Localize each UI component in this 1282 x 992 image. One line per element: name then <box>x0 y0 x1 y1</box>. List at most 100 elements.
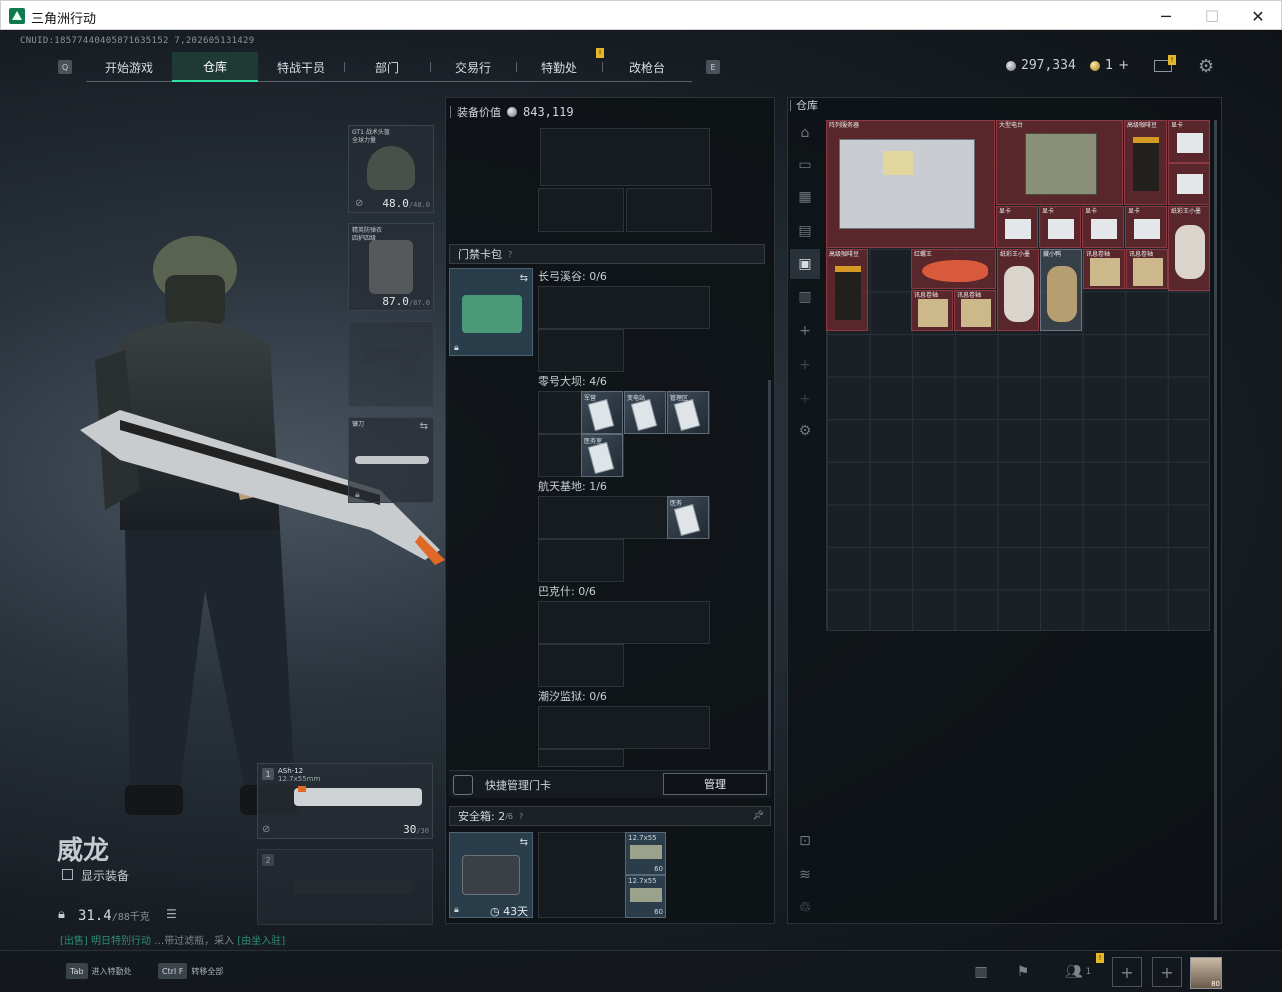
keycard-item[interactable]: 军营 <box>581 391 623 434</box>
keycard-grid[interactable] <box>538 329 624 372</box>
warehouse-item[interactable] <box>1168 163 1210 205</box>
warehouse-add-icon[interactable]: + <box>790 384 820 414</box>
close-button[interactable]: ✕ <box>1235 1 1281 31</box>
warehouse-add-icon[interactable]: + <box>790 316 820 346</box>
keycard-item[interactable]: 医务 <box>667 496 709 539</box>
primary-weapon-slot[interactable]: 1 ASh-12 12.7x55mm ⊘ 30/30 <box>257 763 433 839</box>
warehouse-tab-misc-icon[interactable]: ▥ <box>790 282 820 312</box>
hotkey-special-ops[interactable]: Tab 进入特勤处 <box>66 963 132 979</box>
keycard-grid[interactable] <box>538 644 624 687</box>
tab-special-ops[interactable]: 特勤处 <box>516 52 602 82</box>
nav-prev-key[interactable]: Q <box>58 60 72 74</box>
swap-icon[interactable]: ⇆ <box>520 273 528 284</box>
secondary-weapon-slot[interactable]: 2 <box>257 849 433 925</box>
keycard-item[interactable]: 管理区 <box>667 391 709 434</box>
flag-icon[interactable]: ⚑ <box>1008 957 1038 987</box>
warehouse-item[interactable]: 藏小鸭 <box>1040 249 1082 331</box>
app-logo-icon <box>9 8 25 24</box>
warehouse-item[interactable]: 讯息卷轴 <box>1126 249 1168 289</box>
pin-icon[interactable]: 📌︎ <box>753 811 764 821</box>
tab-department[interactable]: 部门 <box>344 52 430 82</box>
invite-slot-button[interactable]: + <box>1152 957 1182 987</box>
warehouse-item[interactable]: 红螺王 <box>911 249 996 289</box>
keycard-grid[interactable] <box>538 749 624 767</box>
warehouse-item[interactable]: 高级咖啡豆 <box>826 249 868 331</box>
maximize-button[interactable]: ☐ <box>1189 1 1235 31</box>
friends-count: 1 <box>1085 967 1092 977</box>
warehouse-tab-weapons-icon[interactable]: ▭ <box>790 150 820 180</box>
manage-button[interactable]: 管理 <box>663 773 767 795</box>
warehouse-item[interactable]: 讯息卷轴 <box>954 290 996 331</box>
hotkey-transfer-all[interactable]: Ctrl F 转移全部 <box>158 963 223 979</box>
warehouse-layers-icon[interactable]: ≋ <box>790 860 820 890</box>
pistol-slot[interactable] <box>348 321 434 407</box>
minimize-button[interactable]: ─ <box>1143 1 1189 31</box>
settings-gear-icon[interactable]: ⚙ <box>1198 56 1214 77</box>
warehouse-add-icon[interactable]: + <box>790 350 820 380</box>
pouch-grid[interactable] <box>538 188 624 232</box>
equipment-value-label: 装备价值 <box>457 106 501 119</box>
tab-warehouse[interactable]: 仓库 <box>172 52 258 82</box>
safebox-slot[interactable]: ⇆ 🔒︎ ◷ 43天 <box>449 832 533 918</box>
warehouse-tab-ammo-icon[interactable]: ▤ <box>790 216 820 246</box>
map-label: 零号大坝: 4/6 <box>538 375 607 388</box>
swap-icon[interactable]: ⇆ <box>420 421 428 432</box>
show-equipment-checkbox[interactable] <box>62 869 73 880</box>
warehouse-tab-gear-icon[interactable]: ▦ <box>790 182 820 212</box>
keycard-item[interactable]: 变电站 <box>624 391 666 434</box>
melee-slot[interactable]: 镰刀 ⇆ 🔒︎ <box>348 417 434 503</box>
coin-amount: 297,334 <box>1021 58 1076 73</box>
keycard-grid[interactable] <box>538 706 710 749</box>
weapon-name: ASh-12 12.7x55mm <box>278 767 321 783</box>
backpack-grid[interactable] <box>540 128 710 186</box>
coin-balance[interactable]: 297,334 <box>1006 58 1076 73</box>
keycard-grid[interactable] <box>538 539 624 582</box>
tab-gunsmith[interactable]: 改枪台 <box>602 52 692 82</box>
radio-icon <box>1025 133 1097 195</box>
warehouse-item[interactable]: 显卡 <box>1125 206 1167 248</box>
warehouse-item[interactable]: 讯息卷轴 <box>911 290 953 331</box>
keycard-grid[interactable] <box>538 286 710 329</box>
tab-operators[interactable]: 特战干员 <box>258 52 344 82</box>
warehouse-tab-collectibles-icon[interactable]: ▣ <box>790 249 820 279</box>
ammo-item[interactable]: 12.7x55 60 <box>625 875 666 918</box>
pouch-grid[interactable] <box>626 188 712 232</box>
gold-balance[interactable]: 1 + <box>1090 58 1129 73</box>
armor-slot[interactable]: 精英防弹衣 四护四级 87.0/87.0 <box>348 223 434 311</box>
warehouse-item[interactable]: 高级咖啡豆 <box>1124 120 1167 205</box>
warehouse-item[interactable]: 显卡 <box>1168 120 1210 163</box>
warehouse-item[interactable]: 讯息卷轴 <box>1083 249 1125 289</box>
stats-chart-icon[interactable]: ▥ <box>966 957 996 987</box>
player-avatar[interactable]: 80 <box>1190 957 1222 989</box>
warehouse-recycle-icon[interactable]: ♲ <box>790 893 820 923</box>
invite-slot-button[interactable]: + <box>1112 957 1142 987</box>
warehouse-tab-all-icon[interactable]: ⌂ <box>790 118 820 148</box>
weapon-slot-number: 1 <box>262 768 274 780</box>
warehouse-scrollbar[interactable] <box>1214 120 1217 920</box>
warehouse-item[interactable]: 大型电台 <box>996 120 1123 205</box>
swap-icon[interactable]: ⇆ <box>520 837 528 848</box>
warehouse-item[interactable]: 阵列服务器 <box>826 120 995 248</box>
tab-trading[interactable]: 交易行 <box>430 52 516 82</box>
ammo-item[interactable]: 12.7x55 60 <box>625 832 666 875</box>
equipment-value-amount: 843,119 <box>523 105 574 119</box>
warehouse-sort-icon[interactable]: ⊡ <box>790 826 820 856</box>
add-currency-icon[interactable]: + <box>1118 58 1129 73</box>
friends-icon[interactable]: 👥︎ 1 <box>1058 957 1098 987</box>
keycard-grid[interactable] <box>538 601 710 644</box>
tab-start-game[interactable]: 开始游戏 <box>86 52 172 82</box>
helmet-slot[interactable]: GT1 战术头盔 全球力量 ⊘ 48.0/48.0 <box>348 125 434 213</box>
warehouse-settings-icon[interactable]: ⚙ <box>790 416 820 446</box>
warehouse-item[interactable]: 纸彩王小墨 <box>1168 206 1210 291</box>
keycard-case-slot[interactable]: ⇆ 🔒︎ <box>449 268 533 356</box>
warehouse-item[interactable]: 纸彩王小墨 <box>997 249 1039 331</box>
warehouse-item[interactable]: 显卡 <box>1082 206 1124 248</box>
keycard-item[interactable]: 医务室 <box>581 434 623 477</box>
server-module <box>883 151 913 175</box>
nav-next-key[interactable]: E <box>706 60 720 74</box>
warehouse-item[interactable]: 显卡 <box>996 206 1038 248</box>
scrollbar[interactable] <box>768 380 771 770</box>
list-icon[interactable]: ☰ <box>166 907 177 921</box>
operator-name: 威龙 <box>57 836 110 866</box>
warehouse-item[interactable]: 显卡 <box>1039 206 1081 248</box>
